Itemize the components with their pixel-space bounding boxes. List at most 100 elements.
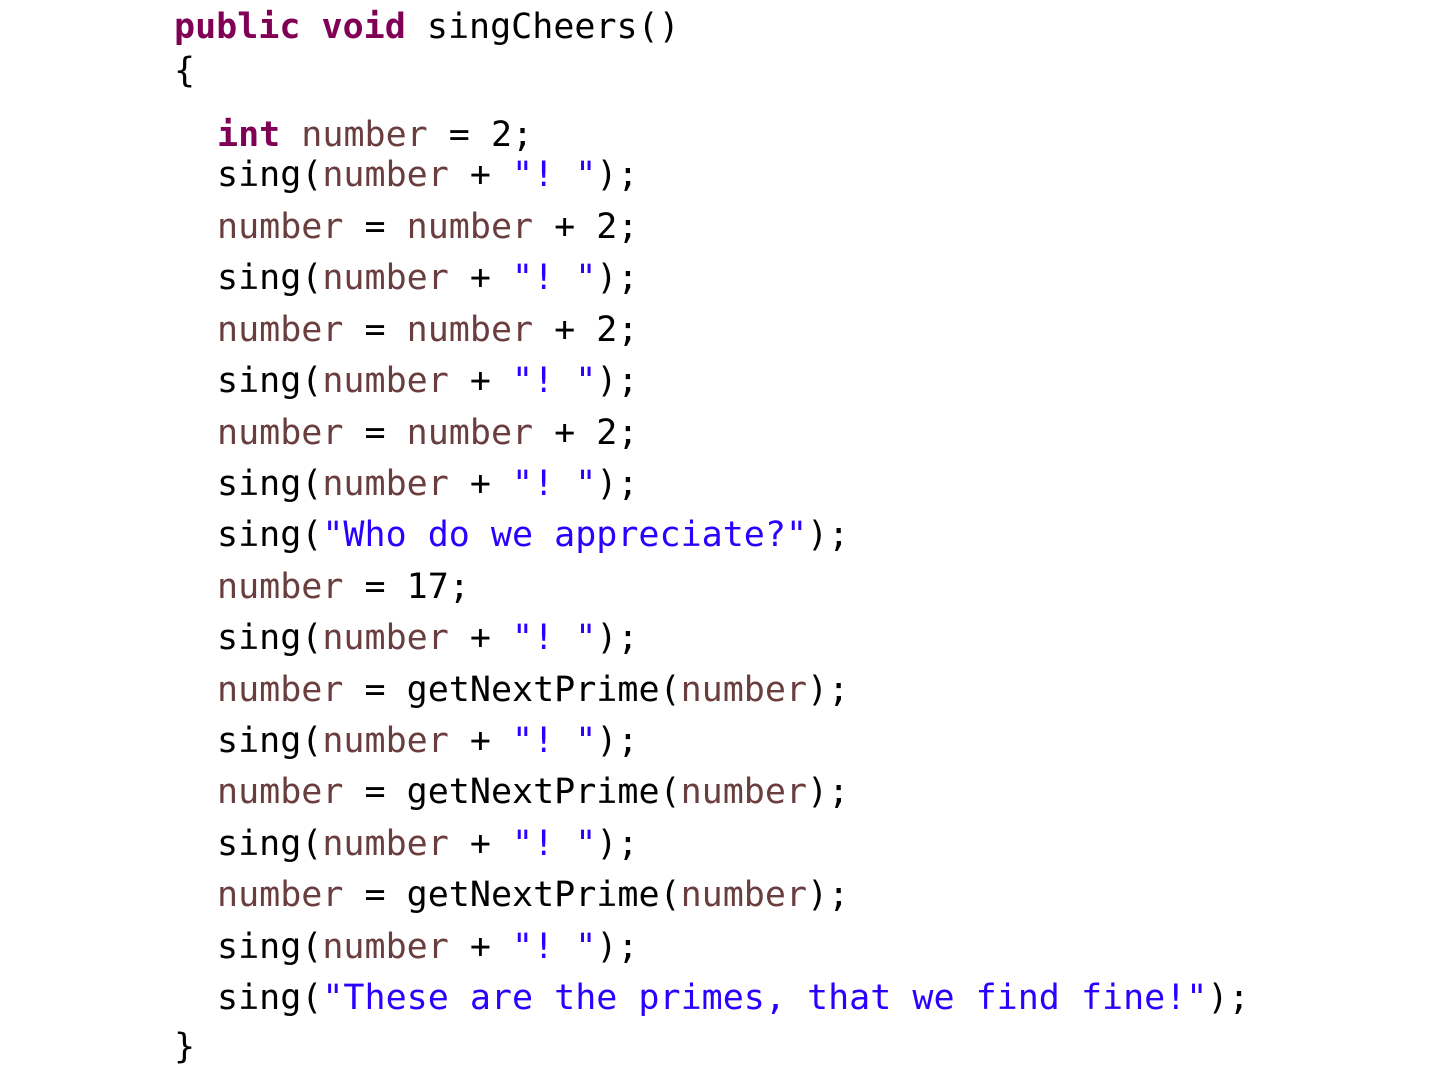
token-plain: ); bbox=[807, 772, 850, 812]
token-local-variable: number bbox=[217, 875, 344, 915]
token-plain: = getNextPrime( bbox=[343, 670, 681, 710]
token-plain: ); bbox=[596, 361, 639, 401]
token-local-variable: number bbox=[322, 824, 449, 864]
token-local-variable: number bbox=[322, 155, 449, 195]
token-local-variable: number bbox=[322, 361, 449, 401]
token-plain: sing( bbox=[217, 464, 323, 504]
code-line: sing(number + "! "); bbox=[174, 718, 638, 764]
token-plain: ); bbox=[596, 824, 639, 864]
token-string: "! " bbox=[512, 464, 597, 504]
code-line: sing(number + "! "); bbox=[174, 152, 638, 198]
token-plain: } bbox=[174, 1027, 196, 1067]
token-local-variable: number bbox=[680, 875, 808, 915]
token-string: "! " bbox=[512, 258, 597, 298]
token-local-variable: number bbox=[322, 927, 449, 967]
token-plain: sing( bbox=[217, 515, 323, 555]
token-local-variable: number bbox=[217, 207, 344, 247]
code-line: number = 17; bbox=[174, 564, 470, 610]
code-line: number = getNextPrime(number); bbox=[174, 769, 849, 815]
token-string: "! " bbox=[512, 361, 597, 401]
token-plain: = bbox=[343, 413, 407, 453]
token-local-variable: number bbox=[322, 618, 449, 658]
token-plain: + bbox=[448, 258, 513, 298]
code-line: sing(number + "! "); bbox=[174, 615, 638, 661]
token-keyword: public bbox=[174, 7, 301, 47]
token-local-variable: number bbox=[406, 310, 534, 350]
token-plain: + 2; bbox=[533, 310, 639, 350]
token-plain: ); bbox=[596, 258, 639, 298]
token-plain: sing( bbox=[217, 258, 323, 298]
code-line: sing(number + "! "); bbox=[174, 358, 638, 404]
token-string: "Who do we appreciate?" bbox=[322, 515, 808, 555]
token-plain: + 2; bbox=[533, 413, 639, 453]
token-plain: ); bbox=[807, 515, 850, 555]
code-line: sing(number + "! "); bbox=[174, 461, 638, 507]
token-plain: sing( bbox=[217, 361, 323, 401]
token-plain: + bbox=[448, 618, 513, 658]
token-string: "! " bbox=[512, 155, 597, 195]
token-string: "! " bbox=[512, 618, 597, 658]
token-local-variable: number bbox=[406, 207, 534, 247]
token-plain: + bbox=[448, 464, 513, 504]
token-plain: sing( bbox=[217, 927, 323, 967]
token-plain: + bbox=[448, 361, 513, 401]
code-line: sing(number + "! "); bbox=[174, 255, 638, 301]
token-plain: ); bbox=[596, 618, 639, 658]
token-local-variable: number bbox=[217, 670, 344, 710]
token-local-variable: number bbox=[217, 310, 344, 350]
code-line: number = getNextPrime(number); bbox=[174, 872, 849, 918]
token-plain: ); bbox=[596, 927, 639, 967]
token-local-variable: number bbox=[217, 567, 344, 607]
token-plain: sing( bbox=[217, 824, 323, 864]
token-local-variable: number bbox=[322, 258, 449, 298]
token-local-variable: number bbox=[406, 413, 534, 453]
code-line: sing(number + "! "); bbox=[174, 924, 638, 970]
token-plain: = getNextPrime( bbox=[343, 772, 681, 812]
token-keyword: int bbox=[217, 115, 281, 155]
code-line: number = number + 2; bbox=[174, 410, 638, 456]
token-plain: + 2; bbox=[533, 207, 639, 247]
token-plain: ); bbox=[1207, 978, 1250, 1018]
token-plain: ); bbox=[596, 464, 639, 504]
token-local-variable: number bbox=[680, 772, 808, 812]
token-plain: ); bbox=[807, 670, 850, 710]
token-plain: ); bbox=[807, 875, 850, 915]
code-line: sing("These are the primes, that we find… bbox=[174, 975, 1250, 1021]
token-plain: sing( bbox=[217, 618, 323, 658]
token-local-variable: number bbox=[322, 721, 449, 761]
token-plain: = 2; bbox=[427, 115, 534, 155]
token-plain: + bbox=[448, 155, 513, 195]
token-plain: ); bbox=[596, 721, 639, 761]
token-plain: + bbox=[448, 824, 513, 864]
token-plain: ); bbox=[596, 155, 639, 195]
code-line: number = getNextPrime(number); bbox=[174, 667, 849, 713]
code-line: number = number + 2; bbox=[174, 307, 638, 353]
token-plain: = getNextPrime( bbox=[343, 875, 681, 915]
token-string: "! " bbox=[512, 721, 597, 761]
token-plain: sing( bbox=[217, 721, 323, 761]
code-line: sing("Who do we appreciate?"); bbox=[174, 512, 849, 558]
token-keyword: void bbox=[321, 7, 406, 47]
token-string: "! " bbox=[512, 824, 597, 864]
token-plain: singCheers() bbox=[405, 7, 680, 47]
code-line: { bbox=[174, 48, 195, 94]
token-local-variable: number bbox=[217, 413, 344, 453]
code-line: public void singCheers() bbox=[174, 4, 680, 50]
token-local-variable: number bbox=[322, 464, 449, 504]
code-line: number = number + 2; bbox=[174, 204, 638, 250]
token-plain: = 17; bbox=[343, 567, 470, 607]
token-plain: = bbox=[343, 207, 407, 247]
token-local-variable: number bbox=[680, 670, 808, 710]
code-line: sing(number + "! "); bbox=[174, 821, 638, 867]
token-plain: sing( bbox=[217, 155, 323, 195]
token-local-variable: number bbox=[217, 772, 344, 812]
token-plain: sing( bbox=[217, 978, 323, 1018]
token-plain: = bbox=[343, 310, 407, 350]
token-string: "These are the primes, that we find fine… bbox=[322, 978, 1208, 1018]
token-string: "! " bbox=[512, 927, 597, 967]
token-plain: + bbox=[448, 927, 513, 967]
token-local-variable: number bbox=[301, 115, 428, 155]
code-line: } bbox=[174, 1024, 195, 1070]
